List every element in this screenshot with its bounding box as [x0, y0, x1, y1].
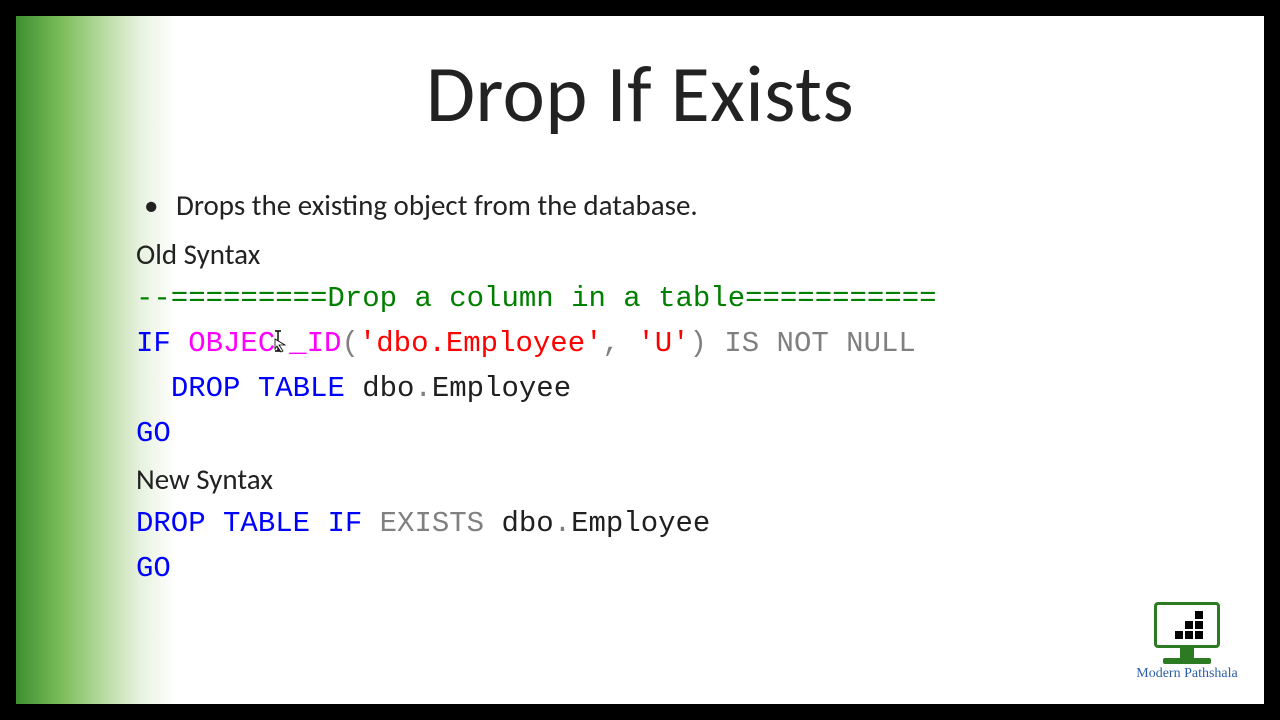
slide-body: Drops the existing object from the datab… — [56, 183, 1224, 591]
code-employee-2: Employee — [571, 507, 710, 540]
code-string-2: 'U' — [637, 327, 689, 360]
slide-frame: Drop If Exists Drops the existing object… — [16, 16, 1264, 704]
code-drop-table-2: DROP TABLE — [136, 507, 310, 540]
code-dbo-1: dbo — [362, 372, 414, 405]
brand-logo: Modern Pathshala — [1132, 602, 1242, 682]
code-isnotnull: IS NOT NULL — [724, 327, 915, 360]
new-syntax-label: New Syntax — [136, 457, 1224, 502]
code-comment: --=========Drop a column in a table=====… — [136, 282, 937, 315]
code-paren-open: ( — [341, 327, 358, 360]
code-comma: , — [603, 327, 620, 360]
bullet-description: Drops the existing object from the datab… — [136, 183, 1224, 228]
code-drop-table-1: DROP TABLE — [171, 372, 345, 405]
code-func-objectid-b: _ID — [289, 327, 341, 360]
brand-caption: Modern Pathshala — [1132, 666, 1242, 682]
code-exists: EXISTS — [380, 507, 484, 540]
code-func-objectid-a: OBJEC — [188, 327, 275, 360]
slide-content: Drop If Exists Drops the existing object… — [16, 16, 1264, 704]
code-dot-1: . — [414, 372, 431, 405]
monitor-icon — [1147, 602, 1227, 662]
code-employee-1: Employee — [432, 372, 571, 405]
code-string-1: 'dbo.Employee' — [359, 327, 603, 360]
slide-title: Drop If Exists — [56, 46, 1224, 143]
code-dbo-2: dbo — [501, 507, 553, 540]
code-keyword-if: IF — [136, 327, 171, 360]
code-block-new: DROP TABLE IF EXISTS dbo.Employee GO — [136, 502, 1224, 592]
code-go-1: GO — [136, 417, 171, 450]
code-dot-2: . — [554, 507, 571, 540]
code-go-2: GO — [136, 552, 171, 585]
code-paren-close: ) — [690, 327, 707, 360]
text-cursor-icon — [275, 331, 289, 353]
code-block-old: --=========Drop a column in a table=====… — [136, 277, 1224, 457]
code-if: IF — [327, 507, 362, 540]
old-syntax-label: Old Syntax — [136, 232, 1224, 277]
